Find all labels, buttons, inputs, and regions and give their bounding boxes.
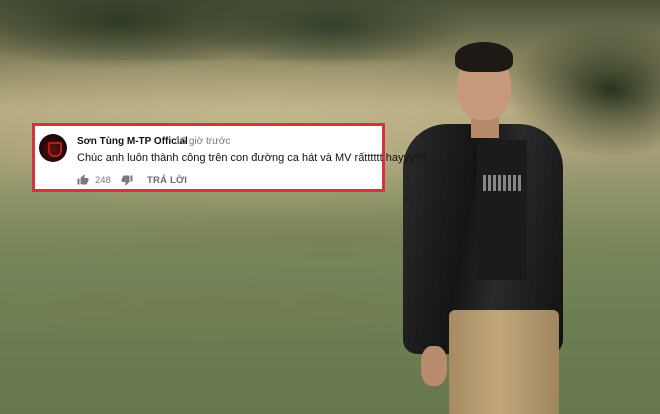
shirt-print	[483, 175, 523, 191]
channel-logo-icon	[48, 142, 62, 157]
comment-text: Chúc anh luôn thành công trên con đường …	[77, 152, 427, 164]
thumbs-down-icon[interactable]	[121, 174, 133, 186]
background-photo	[0, 0, 660, 414]
hair	[455, 42, 513, 72]
comment-author[interactable]: Sơn Tùng M-TP Official	[77, 136, 188, 147]
youtube-comment: Sơn Tùng M-TP Official 16 giờ trước Chúc…	[32, 123, 427, 192]
comment-timestamp[interactable]: 16 giờ trước	[175, 136, 230, 147]
reply-button[interactable]: TRẢ LỜI	[147, 175, 187, 186]
avatar[interactable]	[39, 134, 67, 162]
person-photo	[395, 40, 575, 414]
shirt	[477, 140, 527, 280]
like-count: 248	[95, 175, 111, 186]
hand	[421, 346, 447, 386]
pants	[449, 310, 559, 414]
thumbs-up-icon[interactable]	[77, 174, 89, 186]
